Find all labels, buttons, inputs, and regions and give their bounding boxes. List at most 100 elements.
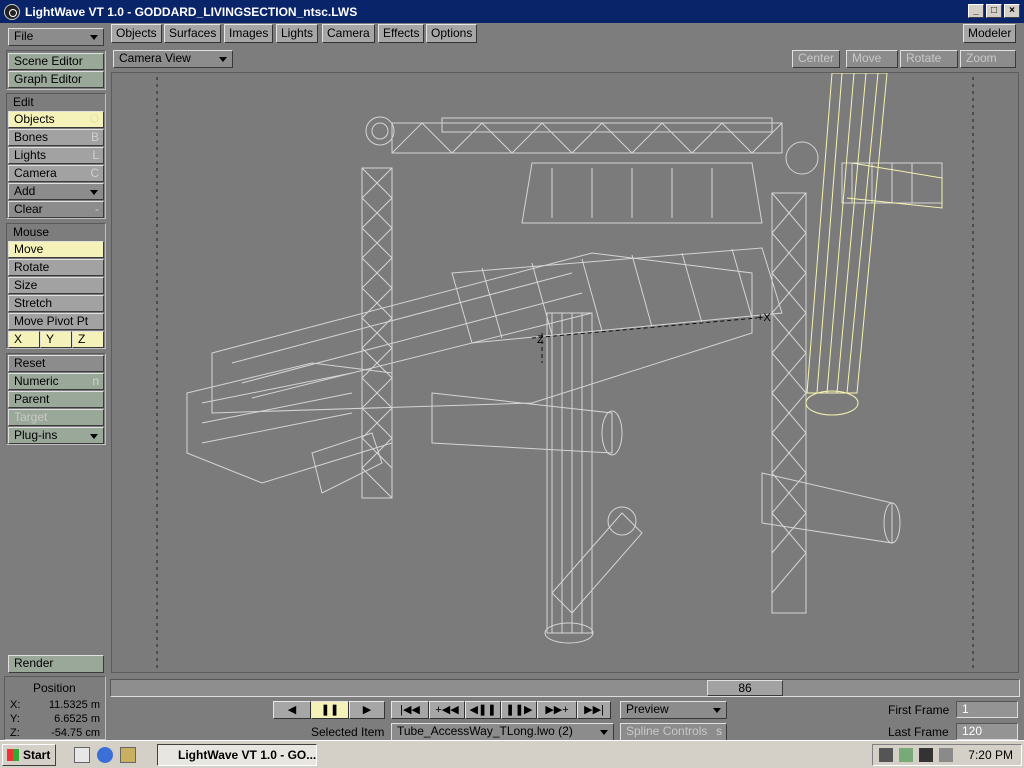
close-button[interactable]: × (1004, 4, 1020, 18)
chevron-down-icon (600, 730, 608, 735)
timeline-slider[interactable] (110, 679, 1020, 697)
position-x-value: 11.5325 m (48, 699, 100, 711)
title-bar: LightWave VT 1.0 - GODDARD_LIVINGSECTION… (0, 0, 1024, 23)
tab-options[interactable]: Options (426, 24, 478, 43)
tab-surfaces[interactable]: Surfaces (164, 24, 222, 43)
chevron-down-icon (90, 35, 98, 40)
selected-item-value: Tube_AccessWay_TLong.lwo (2) (397, 724, 573, 738)
network-icon[interactable] (939, 748, 953, 762)
chevron-down-icon (713, 708, 721, 713)
view-select[interactable]: Camera View (113, 50, 233, 68)
reset-button[interactable]: Reset (8, 355, 104, 372)
file-menu[interactable]: File (8, 28, 104, 46)
mouse-header: Mouse (13, 225, 50, 239)
first-frame-field[interactable]: 1 (956, 701, 1018, 718)
lights-mode-button[interactable]: Lights L (8, 147, 104, 164)
wireframe-scene: +X Z (156, 73, 974, 670)
z-axis-label: Z (537, 334, 544, 346)
selected-item-select[interactable]: Tube_AccessWay_TLong.lwo (2) (391, 723, 614, 741)
next-key-button[interactable]: ▶▶+ (537, 701, 577, 719)
clock: 7:20 PM (968, 748, 1013, 762)
zoom-view-button[interactable]: Zoom (960, 50, 1016, 68)
pause-button[interactable]: ❚❚ (311, 701, 349, 719)
shortcut-hint: - (95, 202, 99, 216)
x-axis-label: +X (757, 312, 771, 324)
last-frame-button[interactable]: ▶▶| (577, 701, 611, 719)
position-z-label: Z: (10, 727, 20, 739)
tab-lights[interactable]: Lights (276, 24, 319, 43)
bones-mode-button[interactable]: Bones B (8, 129, 104, 146)
timeline-handle[interactable]: 86 (707, 680, 783, 696)
numeric-button[interactable]: Numeric n (8, 373, 104, 390)
target-button: Target (8, 409, 104, 426)
preview-menu[interactable]: Preview (620, 701, 727, 719)
edit-header: Edit (13, 95, 34, 109)
add-menu[interactable]: Add (8, 183, 104, 200)
add-label: Add (14, 184, 36, 198)
move-tool-button[interactable]: Move (8, 241, 104, 258)
objects-mode-button[interactable]: Objects O (8, 111, 104, 128)
first-frame-button[interactable]: |◀◀ (391, 701, 429, 719)
tab-camera[interactable]: Camera (322, 24, 375, 43)
plugins-label: Plug-ins (14, 428, 58, 442)
position-title: Position (33, 681, 76, 695)
tab-images[interactable]: Images (224, 24, 274, 43)
show-desktop-icon[interactable] (74, 747, 90, 763)
scene-editor-button[interactable]: Scene Editor (8, 53, 104, 70)
step-forward-button[interactable]: ❚❚▶ (501, 701, 537, 719)
taskbar-task-label: LightWave VT 1.0 - GO... (178, 748, 317, 762)
start-button[interactable]: Start (2, 744, 56, 766)
selected-item-label: Selected Item (311, 725, 385, 739)
spline-controls-button[interactable]: Spline Controls s (620, 723, 727, 741)
file-label: File (14, 29, 34, 43)
render-button[interactable]: Render (8, 655, 104, 673)
system-tray: 7:20 PM (872, 744, 1022, 766)
last-frame-label: Last Frame (888, 725, 949, 739)
maximize-button[interactable]: □ (986, 4, 1002, 18)
plugins-menu[interactable]: Plug-ins (8, 427, 104, 444)
move-view-button[interactable]: Move (846, 50, 898, 68)
center-button[interactable]: Center (792, 50, 840, 68)
shortcut-hint: O (89, 112, 99, 126)
step-back-button[interactable]: ◀❚❚ (465, 701, 501, 719)
rotate-view-button[interactable]: Rotate (900, 50, 958, 68)
shortcut-hint: s (716, 724, 722, 738)
rotate-tool-button[interactable]: Rotate (8, 259, 104, 276)
last-frame-field[interactable]: 120 (956, 723, 1018, 740)
position-z-value: -54.75 cm (51, 727, 100, 739)
minimize-button[interactable]: _ (968, 4, 984, 18)
x-axis-toggle[interactable]: X (8, 331, 40, 348)
graph-editor-button[interactable]: Graph Editor (8, 71, 104, 88)
spline-label: Spline Controls (626, 724, 708, 738)
camera-mode-button[interactable]: Camera C (8, 165, 104, 182)
y-axis-toggle[interactable]: Y (40, 331, 72, 348)
clear-label: Clear (14, 202, 43, 216)
volume-icon[interactable] (879, 748, 893, 762)
internet-explorer-icon[interactable] (97, 747, 113, 763)
chevron-down-icon (90, 190, 98, 195)
camera-icon[interactable] (919, 748, 933, 762)
window-title: LightWave VT 1.0 - GODDARD_LIVINGSECTION… (25, 4, 358, 19)
numeric-label: Numeric (14, 374, 59, 388)
lightwave-icon (4, 3, 20, 20)
explorer-icon[interactable] (120, 747, 136, 763)
move-pivot-button[interactable]: Move Pivot Pt (8, 313, 104, 330)
parent-button[interactable]: Parent (8, 391, 104, 408)
nvidia-icon[interactable] (899, 748, 913, 762)
tab-objects[interactable]: Objects (111, 24, 162, 43)
stretch-tool-button[interactable]: Stretch (8, 295, 104, 312)
chevron-down-icon (90, 434, 98, 439)
modeler-button[interactable]: Modeler (963, 24, 1017, 43)
camera-viewport[interactable]: +X Z (111, 72, 1019, 673)
prev-key-button[interactable]: +◀◀ (429, 701, 465, 719)
clear-button[interactable]: Clear - (8, 201, 104, 218)
play-button[interactable]: ▶ (349, 701, 385, 719)
bones-label: Bones (14, 130, 49, 144)
z-axis-toggle[interactable]: Z (72, 331, 104, 348)
size-tool-button[interactable]: Size (8, 277, 104, 294)
tab-effects[interactable]: Effects (378, 24, 425, 43)
taskbar-lightwave[interactable]: LightWave VT 1.0 - GO... (157, 744, 317, 766)
play-reverse-button[interactable]: ◀ (273, 701, 311, 719)
preview-label: Preview (626, 702, 669, 716)
view-select-label: Camera View (119, 51, 191, 65)
